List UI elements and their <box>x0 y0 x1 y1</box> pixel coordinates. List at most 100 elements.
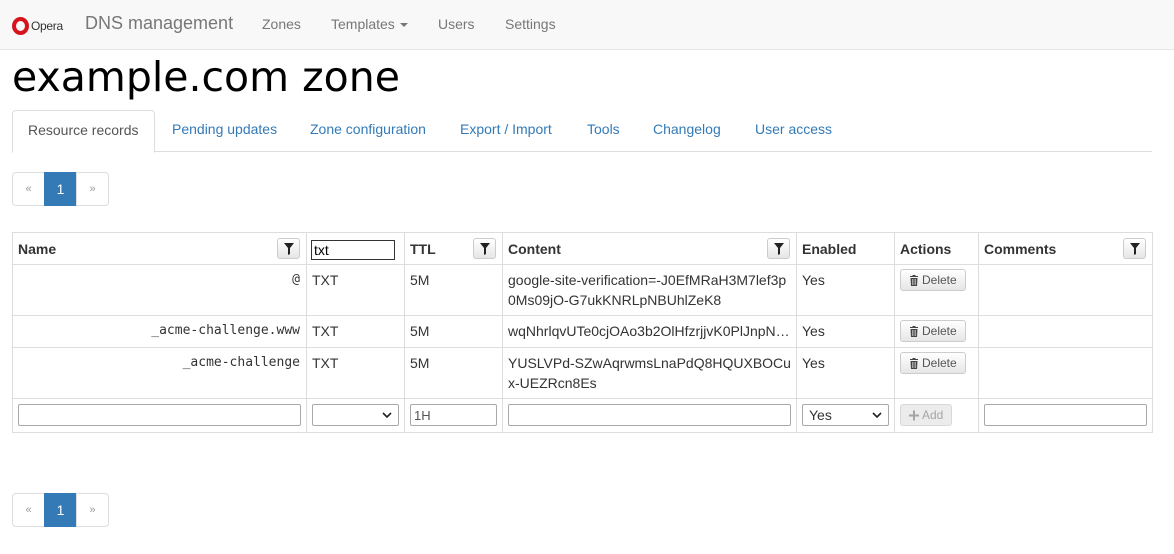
nav-templates-label: Templates <box>331 16 395 32</box>
record-comment[interactable] <box>978 347 1153 399</box>
record-content[interactable]: google-site-verification=-J0EfMRaH3M7lef… <box>502 264 797 316</box>
opera-logo-icon <box>12 17 29 35</box>
record-enabled[interactable]: Yes <box>796 315 895 348</box>
record-comment[interactable] <box>978 264 1153 316</box>
record-actions: Delete <box>894 347 979 399</box>
new-enabled-select[interactable]: Yes <box>802 404 889 426</box>
chevron-down-icon <box>382 412 392 418</box>
col-header-ttl-label: TTL <box>410 240 436 257</box>
tab-tools[interactable]: Tools <box>572 110 635 152</box>
filter-ttl-button[interactable] <box>473 238 496 259</box>
pagination-page-1[interactable]: 1 <box>44 493 77 527</box>
filter-icon <box>1129 242 1140 255</box>
pagination-next[interactable]: » <box>76 493 109 527</box>
record-name[interactable]: @ <box>12 264 307 316</box>
table-header-row: Name TTL Content Enabled Ac <box>12 232 1153 265</box>
table-row: _acme-challenge TXT 5M YUSLVPd-SZwAqrwms… <box>12 347 1153 399</box>
app-brand[interactable]: DNS management <box>85 13 233 34</box>
new-type-cell <box>306 398 405 433</box>
delete-button-label: Delete <box>922 356 957 370</box>
trash-icon <box>910 274 918 286</box>
delete-button[interactable]: Delete <box>900 269 966 291</box>
pagination-prev[interactable]: « <box>12 172 45 206</box>
pagination-top: « 1 » <box>12 172 109 206</box>
tab-resource-records[interactable]: Resource records <box>12 110 155 153</box>
delete-button[interactable]: Delete <box>900 320 966 342</box>
record-type[interactable]: TXT <box>306 347 405 399</box>
record-type[interactable]: TXT <box>306 264 405 316</box>
record-content[interactable]: wqNhrlqvUTe0cjOAo3b2OlHfzrjjvK0PlJnpN… <box>502 315 797 348</box>
col-header-comments-label: Comments <box>984 240 1057 257</box>
pagination-next[interactable]: » <box>76 172 109 206</box>
delete-button-label: Delete <box>922 273 957 287</box>
nav-templates[interactable]: Templates <box>331 16 408 32</box>
nav-settings[interactable]: Settings <box>505 16 556 32</box>
record-comment[interactable] <box>978 315 1153 348</box>
new-content-cell <box>502 398 797 433</box>
nav-zones[interactable]: Zones <box>262 16 301 32</box>
col-header-enabled: Enabled <box>796 232 895 265</box>
new-name-input[interactable] <box>18 404 301 426</box>
add-record-button-label: Add <box>922 408 944 422</box>
filter-content-button[interactable] <box>767 238 790 259</box>
filter-icon <box>283 242 294 255</box>
type-filter-input[interactable] <box>311 240 395 260</box>
col-header-comments: Comments <box>978 232 1153 265</box>
record-name[interactable]: _acme-challenge.www <box>12 315 307 348</box>
record-name[interactable]: _acme-challenge <box>12 347 307 399</box>
new-ttl-input[interactable] <box>410 404 497 426</box>
new-type-select[interactable] <box>312 404 399 426</box>
col-header-content: Content <box>502 232 797 265</box>
pagination-prev[interactable]: « <box>12 493 45 527</box>
pagination-page-1[interactable]: 1 <box>44 172 77 206</box>
record-type[interactable]: TXT <box>306 315 405 348</box>
col-header-content-label: Content <box>508 240 561 257</box>
col-header-type <box>306 232 405 265</box>
record-ttl[interactable]: 5M <box>404 315 503 348</box>
tab-pending-updates[interactable]: Pending updates <box>157 110 292 152</box>
new-comment-input[interactable] <box>984 404 1147 426</box>
record-content[interactable]: YUSLVPd-SZwAqrwmsLnaPdQ8HQUXBOCux-UEZRcn… <box>502 347 797 399</box>
plus-icon <box>909 410 919 420</box>
tab-zone-configuration[interactable]: Zone configuration <box>295 110 441 152</box>
page-title: example.com zone <box>12 53 400 101</box>
filter-comments-button[interactable] <box>1123 238 1146 259</box>
delete-button-label: Delete <box>922 324 957 338</box>
col-header-ttl: TTL <box>404 232 503 265</box>
tab-export-import[interactable]: Export / Import <box>445 110 567 152</box>
record-actions: Delete <box>894 264 979 316</box>
record-ttl[interactable]: 5M <box>404 264 503 316</box>
col-header-name: Name <box>12 232 307 265</box>
records-table: Name TTL Content Enabled Ac <box>12 232 1153 433</box>
filter-icon <box>773 242 784 255</box>
pagination-bottom: « 1 » <box>12 493 109 527</box>
record-content-text: wqNhrlqvUTe0cjOAo3b2OlHfzrjjvK0PlJnpN… <box>508 323 790 339</box>
record-actions: Delete <box>894 315 979 348</box>
trash-icon <box>910 357 918 369</box>
record-ttl[interactable]: 5M <box>404 347 503 399</box>
record-enabled[interactable]: Yes <box>796 347 895 399</box>
opera-logo-text: Opera <box>31 19 63 33</box>
col-header-name-label: Name <box>18 240 57 257</box>
add-record-button[interactable]: Add <box>900 404 953 426</box>
opera-logo[interactable]: Opera <box>12 16 63 36</box>
new-ttl-cell <box>404 398 503 433</box>
new-name-cell <box>12 398 307 433</box>
table-row: _acme-challenge.www TXT 5M wqNhrlqvUTe0c… <box>12 315 1153 348</box>
table-row: @ TXT 5M google-site-verification=-J0EfM… <box>12 264 1153 316</box>
col-header-actions: Actions <box>894 232 979 265</box>
navbar: Opera DNS management Zones Templates Use… <box>0 0 1174 50</box>
nav-users[interactable]: Users <box>438 16 475 32</box>
tab-user-access[interactable]: User access <box>740 110 847 152</box>
chevron-down-icon <box>872 412 882 418</box>
tab-changelog[interactable]: Changelog <box>638 110 736 152</box>
new-actions-cell: Add <box>894 398 979 433</box>
zone-tabs: Resource records Pending updates Zone co… <box>12 110 1152 153</box>
delete-button[interactable]: Delete <box>900 352 966 374</box>
record-enabled[interactable]: Yes <box>796 264 895 316</box>
new-content-input[interactable] <box>508 404 791 426</box>
trash-icon <box>910 325 918 337</box>
new-enabled-cell: Yes <box>796 398 895 433</box>
caret-down-icon <box>399 23 408 28</box>
filter-name-button[interactable] <box>277 238 300 259</box>
